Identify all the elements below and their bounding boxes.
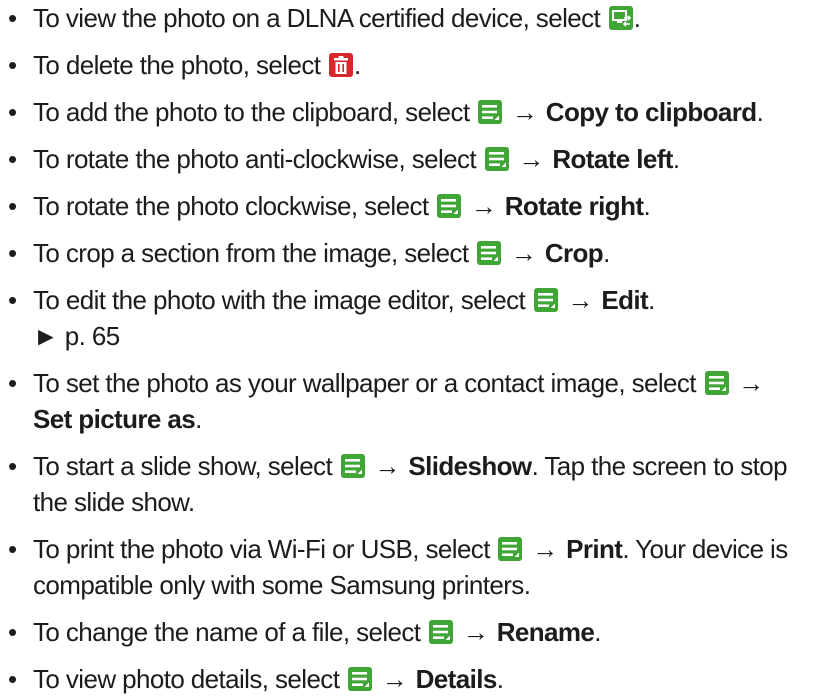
list-item: To view the photo on a DLNA certified de… <box>0 0 805 36</box>
menu-icon <box>477 241 502 265</box>
item-text: To crop a section from the image, select <box>33 238 476 268</box>
list-item: To edit the photo with the image editor,… <box>0 282 805 354</box>
arrow-glyph: → <box>374 451 400 481</box>
menu-icon <box>533 288 558 312</box>
item-text-after: . <box>648 285 655 315</box>
item-text: To view the photo on a DLNA certified de… <box>33 3 607 33</box>
item-text-after: . <box>643 191 651 221</box>
item-text-after: . <box>496 664 504 694</box>
page-reference: ► p. 65 <box>33 321 120 351</box>
menu-icon <box>429 620 454 644</box>
item-text: To change the name of a file, select <box>33 617 428 647</box>
item-text: To print the photo via Wi-Fi or USB, sel… <box>33 534 497 564</box>
arrow-glyph: → <box>738 368 764 398</box>
instruction-list: To view the photo on a DLNA certified de… <box>0 0 805 697</box>
list-item: To set the photo as your wallpaper or a … <box>0 365 805 437</box>
list-item: To start a slide show, select → Slidesho… <box>0 448 805 520</box>
arrow-glyph: → <box>518 144 544 174</box>
menu-option-label: Rename <box>496 617 595 647</box>
item-text: To add the photo to the clipboard, selec… <box>33 97 477 127</box>
item-text: To rotate the photo anti-clockwise, sele… <box>33 144 483 174</box>
menu-icon <box>340 454 365 478</box>
list-item: To add the photo to the clipboard, selec… <box>0 94 805 130</box>
item-text-after: . <box>633 3 641 33</box>
menu-icon <box>704 371 729 395</box>
list-item: To rotate the photo clockwise, select → … <box>0 188 805 224</box>
menu-option-label: Print <box>566 534 623 564</box>
menu-icon <box>437 194 462 218</box>
item-text-after: . <box>353 50 361 80</box>
item-text-after: . <box>603 238 610 268</box>
arrow-glyph: → <box>511 97 538 127</box>
menu-option-label: Copy to clipboard <box>545 97 757 127</box>
item-text-after: . <box>195 404 202 434</box>
menu-option-label: Slideshow <box>408 451 532 481</box>
manual-page: To view the photo on a DLNA certified de… <box>0 0 821 697</box>
arrow-glyph: → <box>462 617 489 647</box>
list-item: To view photo details, select → Details. <box>0 661 805 697</box>
dlna-share-icon <box>608 6 633 30</box>
arrow-glyph: → <box>532 534 558 564</box>
item-text: To set the photo as your wallpaper or a … <box>33 368 703 398</box>
arrow-glyph: → <box>381 664 408 694</box>
list-item: To print the photo via Wi-Fi or USB, sel… <box>0 531 805 603</box>
menu-icon <box>478 100 503 124</box>
list-item: To change the name of a file, select → R… <box>0 614 805 650</box>
arrow-glyph: → <box>510 238 537 268</box>
item-text: To delete the photo, select <box>33 50 327 80</box>
menu-icon <box>347 667 372 691</box>
list-item: To crop a section from the image, select… <box>0 235 805 271</box>
menu-option-label: Details <box>415 664 498 694</box>
item-text: To start a slide show, select <box>33 451 339 481</box>
item-text: To view photo details, select <box>33 664 346 694</box>
menu-option-label: Set picture as <box>33 404 196 434</box>
list-item: To delete the photo, select . <box>0 47 805 83</box>
delete-icon <box>328 53 353 77</box>
menu-icon <box>484 147 509 171</box>
menu-option-label: Rotate left <box>552 144 673 174</box>
item-text: To edit the photo with the image editor,… <box>33 285 532 315</box>
list-item: To rotate the photo anti-clockwise, sele… <box>0 141 805 177</box>
item-text-after: . <box>756 97 764 127</box>
menu-icon <box>498 537 523 561</box>
arrow-glyph: → <box>567 285 593 315</box>
menu-option-label: Edit <box>601 285 649 315</box>
item-text-after: . <box>672 144 680 174</box>
arrow-glyph: → <box>470 191 497 221</box>
item-text: To rotate the photo clockwise, select <box>33 191 436 221</box>
menu-option-label: Rotate right <box>504 191 644 221</box>
menu-option-label: Crop <box>544 238 604 268</box>
item-text-after: . <box>594 617 601 647</box>
